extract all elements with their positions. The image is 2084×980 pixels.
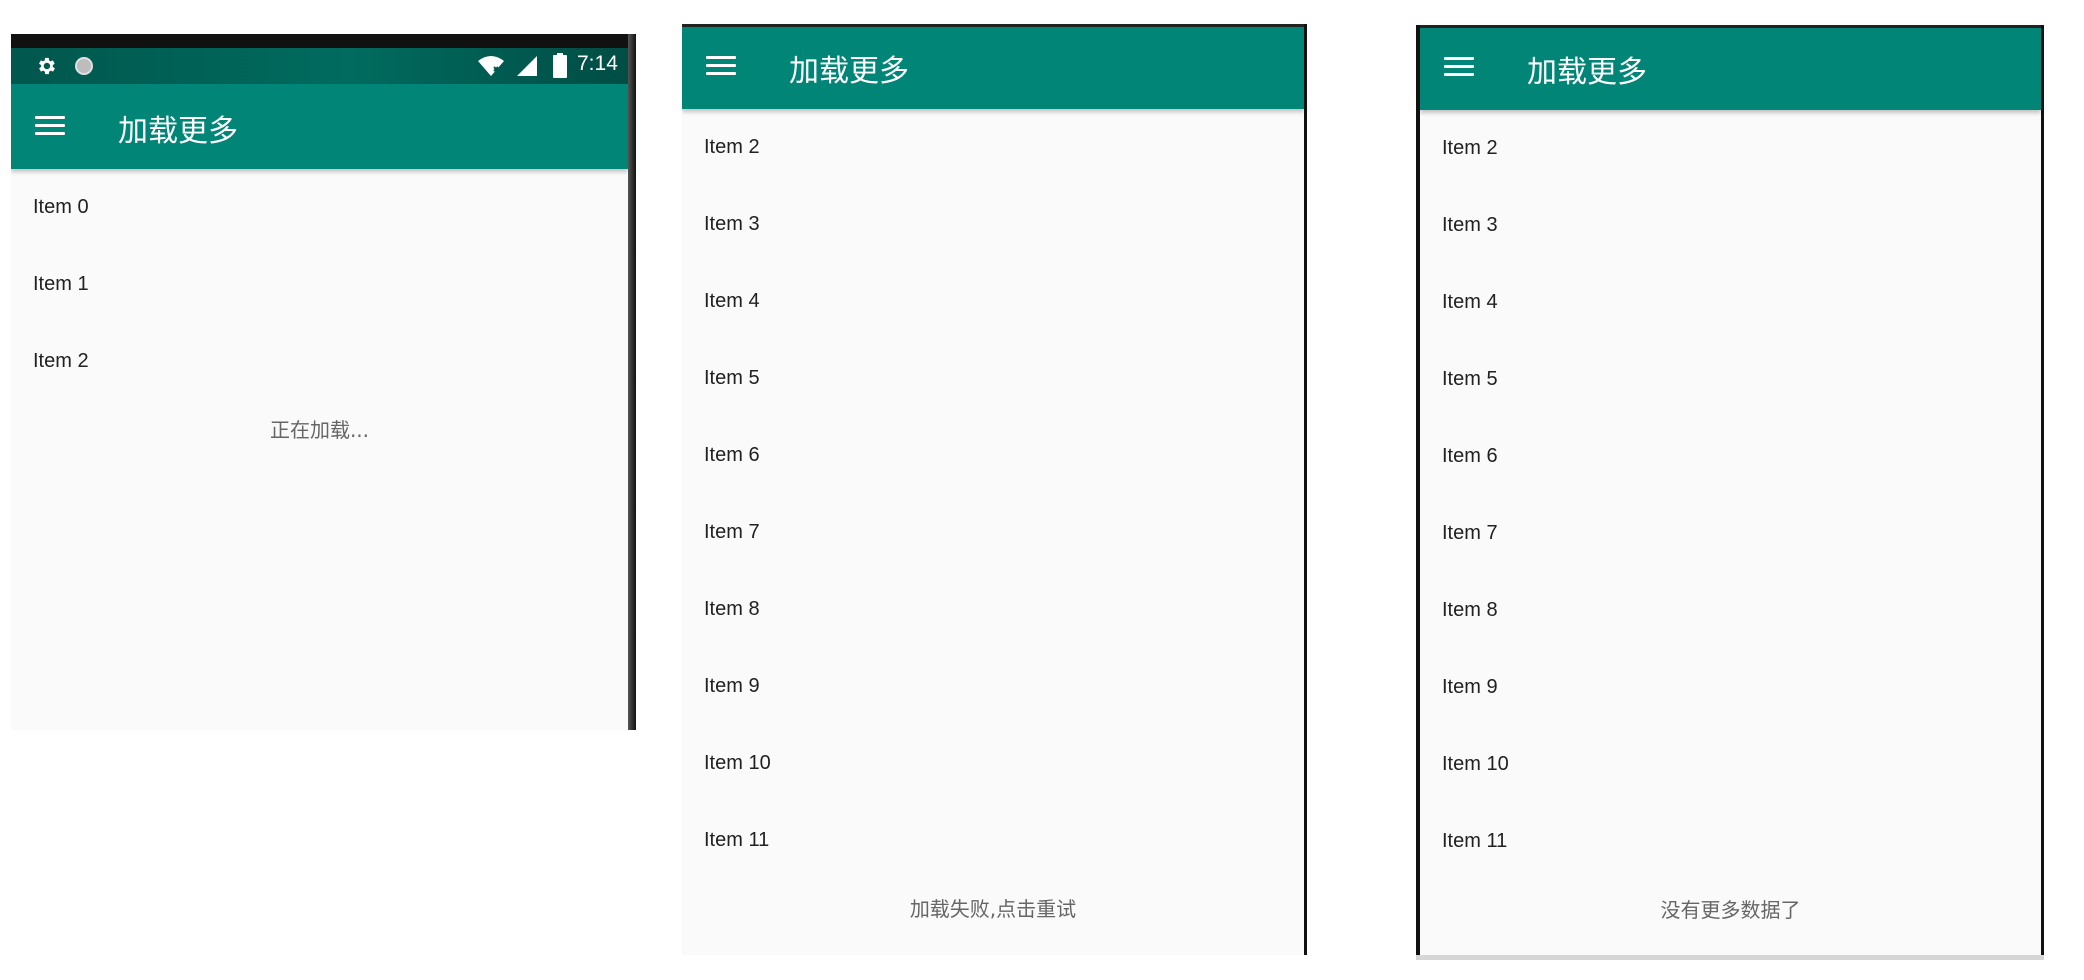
wifi-icon bbox=[478, 56, 504, 76]
list-item[interactable]: Item 7 bbox=[682, 494, 1304, 571]
list-item[interactable]: Item 2 bbox=[11, 323, 628, 400]
device-frame-top bbox=[1416, 25, 2044, 28]
list-item[interactable]: Item 6 bbox=[1420, 418, 2041, 495]
device-frame-edge bbox=[1304, 24, 1307, 955]
list-item[interactable]: Item 11 bbox=[682, 802, 1304, 879]
status-time: 7:14 bbox=[577, 52, 618, 75]
item-list[interactable]: Item 0 Item 1 Item 2 正在加载... bbox=[11, 169, 628, 443]
loading-footer: 正在加载... bbox=[269, 418, 370, 442]
status-bar: 7:14 bbox=[11, 34, 628, 84]
toolbar-title: 加载更多 bbox=[789, 54, 909, 89]
toolbar-title: 加载更多 bbox=[118, 114, 238, 149]
list-item[interactable]: Item 5 bbox=[1420, 341, 2041, 418]
hamburger-menu-icon[interactable] bbox=[1444, 54, 1474, 78]
no-more-data-footer: 没有更多数据了 bbox=[1660, 898, 1801, 922]
list-item[interactable]: Item 6 bbox=[682, 417, 1304, 494]
list-item[interactable]: Item 8 bbox=[1420, 572, 2041, 649]
retry-footer-button[interactable]: 加载失败,点击重试 bbox=[682, 879, 1304, 922]
device-frame-top bbox=[682, 24, 1307, 27]
list-item[interactable]: Item 8 bbox=[682, 571, 1304, 648]
hamburger-menu-icon[interactable] bbox=[706, 53, 736, 77]
toolbar-title: 加载更多 bbox=[1527, 55, 1647, 90]
item-list[interactable]: Item 2 Item 3 Item 4 Item 5 Item 6 Item … bbox=[1420, 110, 2041, 923]
list-item[interactable]: Item 3 bbox=[682, 186, 1304, 263]
device-frame-edge bbox=[2041, 25, 2044, 960]
list-item[interactable]: Item 5 bbox=[682, 340, 1304, 417]
list-item[interactable]: Item 3 bbox=[1420, 187, 2041, 264]
list-item[interactable]: Item 0 bbox=[11, 169, 628, 246]
screenshot-no-more-data: 加载更多 Item 2 Item 3 Item 4 Item 5 Item 6 … bbox=[1416, 25, 2044, 960]
screenshot-load-failed: 加载更多 Item 2 Item 3 Item 4 Item 5 Item 6 … bbox=[682, 24, 1307, 955]
battery-icon bbox=[553, 53, 567, 78]
list-item[interactable]: Item 9 bbox=[682, 648, 1304, 725]
app-toolbar: 加载更多 bbox=[682, 24, 1304, 109]
gear-icon bbox=[39, 57, 55, 75]
bottom-divider bbox=[1416, 955, 2044, 960]
circle-notification-icon bbox=[75, 57, 93, 75]
list-item[interactable]: Item 7 bbox=[1420, 495, 2041, 572]
app-toolbar: 加载更多 bbox=[11, 84, 628, 169]
list-item[interactable]: Item 2 bbox=[1420, 110, 2041, 187]
list-item[interactable]: Item 4 bbox=[682, 263, 1304, 340]
list-item[interactable]: Item 11 bbox=[1420, 803, 2041, 880]
list-item[interactable]: Item 1 bbox=[11, 246, 628, 323]
hamburger-menu-icon[interactable] bbox=[35, 113, 65, 137]
app-toolbar: 加载更多 bbox=[1420, 25, 2041, 110]
device-frame-edge bbox=[628, 34, 636, 730]
signal-icon bbox=[517, 56, 537, 76]
list-item[interactable]: Item 10 bbox=[1420, 726, 2041, 803]
list-item[interactable]: Item 9 bbox=[1420, 649, 2041, 726]
status-bar-top-edge bbox=[11, 34, 628, 48]
device-frame-left-edge bbox=[1416, 25, 1420, 960]
item-list[interactable]: Item 2 Item 3 Item 4 Item 5 Item 6 Item … bbox=[682, 109, 1304, 922]
list-item[interactable]: Item 4 bbox=[1420, 264, 2041, 341]
list-item[interactable]: Item 2 bbox=[682, 109, 1304, 186]
list-item[interactable]: Item 10 bbox=[682, 725, 1304, 802]
screenshot-loading: 7:14 加载更多 Item 0 Item 1 Item 2 正在加载... bbox=[11, 34, 636, 730]
